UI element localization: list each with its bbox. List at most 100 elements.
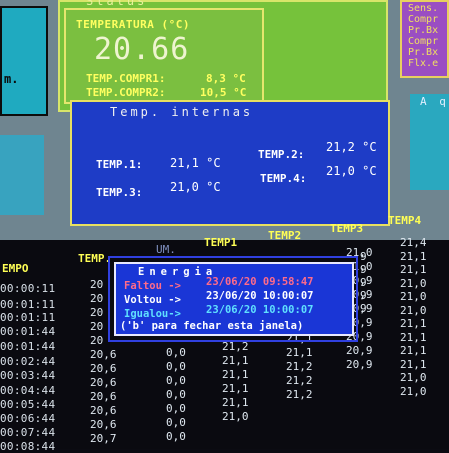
cell-temp3-fragment: 9 — [360, 250, 367, 263]
cell-temp3-fragment: 9 — [360, 263, 367, 276]
col-header-tempo: EMPO — [2, 262, 29, 275]
temp3-value: 21,0 °C — [170, 180, 221, 194]
right-panel-line: Pr.Bx — [408, 25, 439, 36]
cell-temp4: 21,0 — [400, 290, 427, 303]
energia-footer: ('b' para fechar esta janela) — [120, 320, 304, 332]
cell-time: 00:01:11 — [0, 298, 56, 311]
compr1-label: TEMP.COMPR1: — [86, 72, 166, 85]
faltou-value: 23/06/20 09:58:47 — [206, 276, 314, 288]
cell-temp: 20,6 — [90, 376, 117, 389]
igualou-label: Igualou-> — [124, 308, 181, 320]
cell-time: 00:07:44 — [0, 426, 56, 439]
col-header-um: UM. — [156, 243, 176, 256]
voltou-label: Voltou -> — [124, 294, 181, 306]
cell-temp3: 20,9 — [346, 344, 373, 357]
cell-temp2: 21,2 — [286, 360, 313, 373]
cell-temp2: 21,2 — [286, 388, 313, 401]
cell-temp4: 21,0 — [400, 303, 427, 317]
cell-temp3: 20,9 — [346, 358, 373, 371]
cell-temp4: 21,0 — [400, 276, 427, 290]
cell-um: 0,0 — [166, 388, 186, 401]
left-panel-text: m. — [4, 72, 19, 86]
temp4-label: TEMP.4: — [260, 172, 307, 185]
right-panel-line: Flx.e — [408, 58, 439, 69]
cell-temp3-fragment: 9 — [360, 289, 367, 302]
right-panel-line: Pr.Bx — [408, 47, 439, 58]
cell-time: 00:08:44 — [0, 440, 56, 453]
cell-temp4: 21,1 — [400, 249, 427, 263]
status-title: Status — [86, 0, 148, 8]
left-panel: m. — [0, 6, 48, 116]
cell-temp4: 21,0 — [400, 384, 427, 398]
cell-um: 0,0 — [166, 374, 186, 387]
right-cyan-panel: A q — [410, 94, 449, 190]
temp1-label: TEMP.1: — [96, 158, 143, 171]
cell-time: 00:03:44 — [0, 369, 56, 382]
cell-temp4: 21,1 — [400, 357, 427, 371]
col-header-temp2: TEMP2 — [268, 229, 302, 242]
internal-temps-title: Temp. internas — [106, 105, 258, 119]
cell-um: 0,0 — [166, 430, 186, 443]
temperature-box: TEMPERATURA (°C) 20.66 TEMP.COMPR1: 8,3 … — [64, 8, 264, 104]
cell-temp: 20,6 — [90, 362, 117, 375]
cell-temp: 20,6 — [90, 390, 117, 403]
cell-temp3-fragment: 9 — [360, 302, 367, 315]
cell-temp1: 21,1 — [222, 368, 249, 381]
compr2-label: TEMP.COMPR2: — [86, 86, 166, 99]
cell-temp: 20,6 — [90, 348, 117, 361]
cell-time: 00:05:44 — [0, 398, 56, 411]
right-info-panel: Sens. Compr Pr.Bx Compr Pr.Bx Flx.e — [400, 0, 449, 78]
cell-temp1: 21,1 — [222, 382, 249, 395]
cell-time: 00:01:44 — [0, 340, 56, 353]
cell-um: 0,0 — [166, 416, 186, 429]
cell-temp: 20 — [90, 278, 104, 291]
right-panel-line: Compr — [408, 14, 439, 25]
compr1-value: 8,3 °C — [206, 72, 246, 85]
right-panel-line: Compr — [408, 36, 439, 47]
cell-um: 0,0 — [166, 402, 186, 415]
cell-temp4: 21,1 — [400, 263, 427, 276]
cell-time: 00:02:44 — [0, 355, 56, 368]
cell-temp: 20 — [90, 320, 104, 333]
cell-temp1: 21,1 — [222, 396, 249, 409]
left-panel-lower — [0, 135, 44, 215]
cell-temp: 20,6 — [90, 418, 117, 431]
cell-temp4: 21,1 — [400, 330, 427, 344]
temperatura-label: TEMPERATURA (°C) — [76, 18, 190, 31]
temp3-label: TEMP.3: — [96, 186, 143, 199]
cell-temp1: 21,0 — [222, 410, 249, 423]
temperatura-value: 20.66 — [94, 32, 190, 67]
cell-um: 0,0 — [166, 346, 186, 359]
cell-temp1: 21,1 — [222, 354, 249, 367]
cell-temp4: 21,1 — [400, 344, 427, 357]
right-cyan-title: A q — [420, 95, 449, 108]
cell-temp4: 21,0 — [400, 371, 427, 384]
right-panel-line: Sens. — [408, 3, 439, 14]
cell-time: 00:01:44 — [0, 325, 56, 338]
cell-temp: 20 — [90, 292, 104, 305]
temp2-label: TEMP.2: — [258, 148, 305, 161]
cell-um: 0,0 — [166, 360, 186, 373]
cell-temp: 20,6 — [90, 404, 117, 417]
temp1-value: 21,1 °C — [170, 156, 221, 170]
col-header-temp: TEMP. — [78, 252, 112, 265]
temp4-value: 21,0 °C — [326, 164, 377, 178]
cell-time: 00:06:44 — [0, 412, 56, 425]
cell-temp: 20 — [90, 306, 104, 319]
cell-temp: 20 — [90, 334, 104, 347]
energia-popup[interactable]: Energia Faltou -> 23/06/20 09:58:47 Volt… — [114, 262, 354, 336]
cell-time: 00:00:11 — [0, 282, 56, 295]
cell-time: 00:01:11 — [0, 311, 56, 324]
col-header-temp4: TEMP4 — [388, 214, 422, 227]
cell-time: 00:04:44 — [0, 384, 56, 397]
faltou-label: Faltou -> — [124, 280, 181, 292]
compr2-value: 10,5 °C — [200, 86, 247, 99]
col-header-temp1: TEMP1 — [204, 236, 238, 249]
cell-temp2: 21,1 — [286, 346, 313, 359]
temp2-value: 21,2 °C — [326, 140, 377, 154]
cell-temp4: 21,4 — [400, 236, 427, 249]
cell-temp2: 21,2 — [286, 374, 313, 387]
voltou-value: 23/06/20 10:00:07 — [206, 290, 314, 302]
cell-temp3-fragment: 9 — [360, 276, 367, 289]
cell-temp4: 21,1 — [400, 317, 427, 330]
